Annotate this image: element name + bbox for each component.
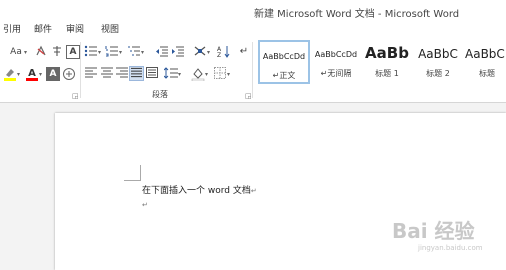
style-heading-2[interactable]: AaBbC 标题 2 xyxy=(412,40,464,84)
crop-mark xyxy=(140,165,141,181)
style-name: ↵无间隔 xyxy=(320,69,352,78)
watermark-subtext: jingyan.baidu.com xyxy=(417,244,483,252)
chevron-down-icon[interactable]: ▾ xyxy=(227,71,230,78)
align-left-icon[interactable] xyxy=(84,67,98,81)
chevron-down-icon[interactable]: ▾ xyxy=(119,49,122,56)
chevron-down-icon[interactable]: ▾ xyxy=(39,71,42,78)
clear-formatting-icon[interactable] xyxy=(34,45,48,59)
tab-view[interactable]: 视图 xyxy=(101,22,119,35)
align-right-icon[interactable] xyxy=(115,67,129,81)
styles-gallery: AaBbCcDd ↵正文 AaBbCcDd ↵无间隔 AaBb 标题 1 AaB… xyxy=(256,40,506,84)
style-preview: AaBbCcDd xyxy=(314,50,358,59)
style-no-spacing[interactable]: AaBbCcDd ↵无间隔 xyxy=(310,40,362,84)
crop-mark xyxy=(124,180,141,181)
group-separator xyxy=(80,42,81,98)
chevron-down-icon[interactable]: ▾ xyxy=(205,71,208,78)
show-hide-marks-icon[interactable]: ↵ xyxy=(237,45,251,59)
style-name: 标题 xyxy=(479,69,495,78)
font-size-button[interactable]: Aa xyxy=(6,45,26,59)
text-highlight-color-icon[interactable] xyxy=(3,67,17,81)
phonetic-guide-icon[interactable] xyxy=(50,45,64,59)
font-color-icon[interactable]: A xyxy=(25,67,39,81)
paragraph-mark: ↵ xyxy=(250,187,257,195)
align-center-icon[interactable] xyxy=(100,67,114,81)
distributed-icon[interactable] xyxy=(145,67,159,81)
style-preview: AaBbCcDd xyxy=(262,52,306,61)
justify-icon[interactable] xyxy=(129,66,144,81)
multilevel-list-icon[interactable] xyxy=(127,45,141,59)
document-text[interactable]: 在下面插入一个 word 文档↵ xyxy=(142,183,257,196)
character-shading-icon[interactable]: A xyxy=(46,67,60,81)
style-heading-1[interactable]: AaBb 标题 1 xyxy=(361,40,413,84)
numbering-icon[interactable] xyxy=(105,45,119,59)
document-line-1: 在下面插入一个 word 文档 xyxy=(142,186,251,196)
style-preview: AaBb xyxy=(365,44,409,62)
borders-icon[interactable] xyxy=(213,67,227,81)
chevron-down-icon[interactable]: ▾ xyxy=(178,71,181,78)
style-title[interactable]: AaBbC 标题 xyxy=(463,40,506,84)
style-name: ↵正文 xyxy=(272,71,296,80)
chevron-down-icon[interactable]: ▾ xyxy=(141,49,144,56)
line-spacing-icon[interactable] xyxy=(163,67,178,81)
tab-review[interactable]: 审阅 xyxy=(66,22,84,35)
chevron-down-icon[interactable]: ▾ xyxy=(24,49,27,56)
watermark-text: Bai 经验 xyxy=(392,219,475,243)
decrease-indent-icon[interactable] xyxy=(155,45,169,59)
paragraph-dialog-launcher-icon[interactable]: ◲ xyxy=(245,92,252,100)
paragraph-mark: ↵ xyxy=(142,201,148,209)
group-separator xyxy=(252,42,253,98)
chevron-down-icon[interactable]: ▾ xyxy=(17,71,20,78)
chevron-down-icon[interactable]: ▾ xyxy=(98,49,101,56)
ribbon-tabs: 引用 邮件 审阅 视图 xyxy=(0,18,506,38)
chinese-layout-icon[interactable] xyxy=(193,45,207,59)
bullets-icon[interactable] xyxy=(84,45,98,59)
paragraph-group-label: 段落 xyxy=(152,90,168,99)
style-preview: AaBbC xyxy=(465,47,505,61)
tab-references[interactable]: 引用 xyxy=(3,22,21,35)
font-dialog-launcher-icon[interactable]: ◲ xyxy=(72,92,79,100)
style-normal[interactable]: AaBbCcDd ↵正文 xyxy=(258,40,310,84)
style-preview: AaBbC xyxy=(418,47,458,61)
style-name: 标题 2 xyxy=(426,69,450,78)
shading-icon[interactable] xyxy=(191,67,205,82)
increase-indent-icon[interactable] xyxy=(171,45,185,59)
sort-icon[interactable]: AZ xyxy=(217,45,231,59)
character-border-icon[interactable]: A xyxy=(66,45,80,59)
baidu-watermark: Bai 经验 jingyan.baidu.com xyxy=(388,214,504,254)
chevron-down-icon[interactable]: ▾ xyxy=(207,49,210,56)
style-name: 标题 1 xyxy=(375,69,399,78)
svg-text:Z: Z xyxy=(217,52,221,58)
tab-mailings[interactable]: 邮件 xyxy=(34,22,52,35)
enclose-characters-icon[interactable] xyxy=(62,67,76,81)
